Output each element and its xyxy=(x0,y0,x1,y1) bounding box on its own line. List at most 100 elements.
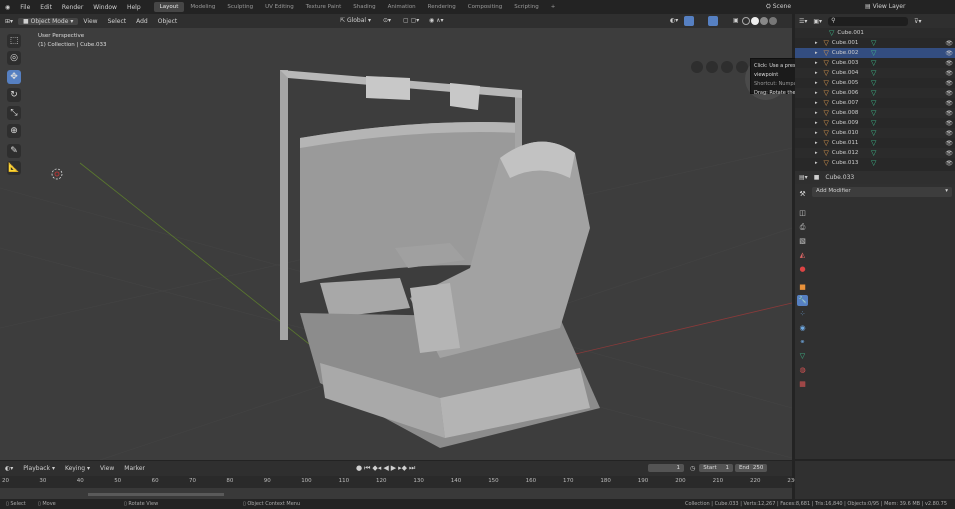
physics-tab-icon[interactable]: ◉ xyxy=(797,323,808,334)
menu-object[interactable]: Object xyxy=(153,18,183,25)
jump-start-icon[interactable]: ⏮ xyxy=(364,464,370,473)
timeline-scrollbar[interactable] xyxy=(88,493,224,496)
blender-logo-icon[interactable]: ◉ xyxy=(0,4,15,11)
play-icon[interactable]: ▶ xyxy=(391,464,396,473)
menu-select[interactable]: Select xyxy=(103,18,132,25)
orientation-dropdown[interactable]: ⇱ Global ▾ xyxy=(335,17,376,24)
world-tab-icon[interactable]: ● xyxy=(797,264,808,275)
eye-icon[interactable]: 👁 xyxy=(945,160,953,167)
expand-icon[interactable]: ▸ xyxy=(815,100,818,106)
constraints-tab-icon[interactable]: ⚭ xyxy=(797,337,808,348)
jump-end-icon[interactable]: ⏭ xyxy=(409,464,415,473)
menu-marker[interactable]: Marker xyxy=(119,465,150,472)
filter-view-icon[interactable]: ▣▾ xyxy=(813,18,822,25)
rendered-shading-icon[interactable] xyxy=(769,17,777,25)
clock-icon[interactable]: ◷ xyxy=(690,465,695,472)
menu-window[interactable]: Window xyxy=(88,4,122,11)
tab-modeling[interactable]: Modeling xyxy=(184,2,221,12)
material-shading-icon[interactable] xyxy=(760,17,768,25)
timeline-ruler[interactable]: 20 30 40 50 60 70 80 90 100 110 120 130 140 150 160 170… xyxy=(0,476,798,488)
expand-icon[interactable]: ▸ xyxy=(815,50,818,56)
expand-icon[interactable]: ▸ xyxy=(815,40,818,46)
outliner-item[interactable]: ▸ ▽ Cube.008 ▽ 👁 xyxy=(795,108,955,118)
outliner-item[interactable]: ▸ ▽ Cube.010 ▽ 👁 xyxy=(795,128,955,138)
measure-tool-icon[interactable]: 📐 xyxy=(7,161,21,175)
next-keyframe-icon[interactable]: ▸◆ xyxy=(398,464,407,473)
transform-tool-icon[interactable]: ⊕ xyxy=(7,124,21,138)
pivot-icon[interactable]: ⊙▾ xyxy=(378,17,396,24)
add-modifier-dropdown[interactable]: Add Modifier ▾ xyxy=(812,187,952,197)
tab-rendering[interactable]: Rendering xyxy=(422,2,462,12)
modifier-tab-icon[interactable]: 🔧 xyxy=(797,295,808,306)
expand-icon[interactable]: ▸ xyxy=(815,70,818,76)
tab-shading[interactable]: Shading xyxy=(347,2,381,12)
menu-add[interactable]: Add xyxy=(131,18,153,25)
cockpit-model[interactable] xyxy=(280,70,600,448)
scale-tool-icon[interactable]: ⤡ xyxy=(7,106,21,120)
tab-layout[interactable]: Layout xyxy=(153,2,185,12)
camera-view-icon[interactable] xyxy=(691,61,703,73)
tool-tab-icon[interactable]: ⚒ xyxy=(797,189,808,200)
3d-viewport[interactable]: Z Y User Perspective (1) Collection | Cu… xyxy=(0,28,792,460)
outliner-item[interactable]: ▸ ▽ Cube.013 ▽ 👁 xyxy=(795,158,955,168)
outliner-item[interactable]: ▸ ▽ Cube.011 ▽ 👁 xyxy=(795,138,955,148)
expand-icon[interactable]: ▸ xyxy=(815,120,818,126)
eye-icon[interactable]: 👁 xyxy=(945,120,953,127)
editor-type-icon[interactable]: ⊞▾ xyxy=(0,18,18,25)
outliner-item[interactable]: ▸ ▽ Cube.001 ▽ 👁 xyxy=(795,38,955,48)
menu-playback[interactable]: Playback ▾ xyxy=(18,465,60,472)
current-frame-field[interactable]: 1 xyxy=(648,464,684,472)
menu-view[interactable]: View xyxy=(95,465,119,472)
editor-type-icon[interactable]: ▤▾ xyxy=(799,174,808,181)
eye-icon[interactable]: 👁 xyxy=(945,90,953,97)
snap-icon[interactable]: ▢ ▢▾ xyxy=(398,17,424,24)
eye-icon[interactable]: 👁 xyxy=(945,60,953,67)
pan-hand-icon[interactable] xyxy=(721,61,733,73)
eye-icon[interactable]: 👁 xyxy=(945,50,953,57)
object-tab-icon[interactable]: ■ xyxy=(797,282,808,293)
overlay-toggle-icon[interactable] xyxy=(708,16,718,26)
mode-dropdown[interactable]: ■ Object Mode ▾ xyxy=(18,17,79,25)
eye-icon[interactable]: 👁 xyxy=(945,110,953,117)
select-box-tool-icon[interactable]: ⬚ xyxy=(7,34,21,48)
output-tab-icon[interactable]: ⎙ xyxy=(797,222,808,233)
gizmo-toggle-icon[interactable] xyxy=(684,16,694,26)
filter-icon[interactable]: ⊽▾ xyxy=(914,18,921,25)
menu-keying[interactable]: Keying ▾ xyxy=(60,465,95,472)
tab-sculpting[interactable]: Sculpting xyxy=(221,2,259,12)
cursor-tool-icon[interactable]: ◎ xyxy=(7,51,21,65)
outliner-item[interactable]: ▸ ▽ Cube.007 ▽ 👁 xyxy=(795,98,955,108)
eye-icon[interactable]: 👁 xyxy=(945,40,953,47)
eye-icon[interactable]: 👁 xyxy=(945,80,953,87)
outliner-item[interactable]: ▸ ▽ Cube.012 ▽ 👁 xyxy=(795,148,955,158)
editor-type-icon[interactable]: ◐▾ xyxy=(0,465,18,472)
expand-icon[interactable]: ▸ xyxy=(815,150,818,156)
outliner-item[interactable]: ▸ ▽ Cube.002 ▽ 👁 xyxy=(795,48,955,58)
record-icon[interactable]: ● xyxy=(356,464,362,473)
play-reverse-icon[interactable]: ◀ xyxy=(383,464,388,473)
outliner-item[interactable]: ▽ Cube.001 xyxy=(795,28,955,38)
outliner-item[interactable]: ▸ ▽ Cube.004 ▽ 👁 xyxy=(795,68,955,78)
expand-icon[interactable]: ▸ xyxy=(815,160,818,166)
menu-render[interactable]: Render xyxy=(57,4,88,11)
expand-icon[interactable]: ▸ xyxy=(815,60,818,66)
outliner-item[interactable]: ▸ ▽ Cube.005 ▽ 👁 xyxy=(795,78,955,88)
eye-icon[interactable]: 👁 xyxy=(945,100,953,107)
tab-uv-editing[interactable]: UV Editing xyxy=(259,2,300,12)
timeline-track[interactable] xyxy=(0,488,792,499)
proportional-edit-icon[interactable]: ◉ ∧▾ xyxy=(424,17,449,24)
eye-icon[interactable]: 👁 xyxy=(945,150,953,157)
menu-edit[interactable]: Edit xyxy=(35,4,57,11)
eye-icon[interactable]: 👁 xyxy=(945,140,953,147)
expand-icon[interactable]: ▸ xyxy=(815,90,818,96)
view-layer-selector[interactable]: ▤ View Layer xyxy=(865,3,905,10)
expand-icon[interactable]: ▸ xyxy=(815,130,818,136)
move-tool-icon[interactable]: ✥ xyxy=(7,70,21,84)
tab-texture-paint[interactable]: Texture Paint xyxy=(300,2,348,12)
prev-keyframe-icon[interactable]: ◆◂ xyxy=(372,464,381,473)
data-tab-icon[interactable]: ▽ xyxy=(797,351,808,362)
start-frame-field[interactable]: Start 1 xyxy=(699,464,733,472)
outliner-item[interactable]: ▸ ▽ Cube.009 ▽ 👁 xyxy=(795,118,955,128)
outliner-search-input[interactable]: ⚲ xyxy=(828,16,909,26)
expand-icon[interactable]: ▸ xyxy=(815,110,818,116)
